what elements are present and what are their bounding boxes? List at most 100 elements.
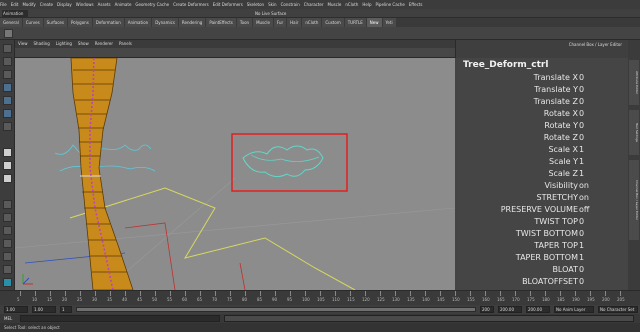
shelf-tab[interactable]: PaintEffects xyxy=(206,18,236,27)
shelf-tab[interactable]: Animation xyxy=(124,18,152,27)
shelf-tab[interactable]: nCloth xyxy=(302,18,322,27)
shelf-icon[interactable] xyxy=(4,29,13,38)
menu-item[interactable]: Create Deformers xyxy=(173,2,209,7)
channel-value[interactable]: 0 xyxy=(579,132,584,144)
tree-trunk[interactable] xyxy=(70,58,134,290)
menu-item[interactable]: Edit xyxy=(11,2,19,7)
channel-value[interactable]: 1 xyxy=(579,156,584,168)
channel-value[interactable]: 0 xyxy=(579,72,584,84)
shelf-tab[interactable]: Surfaces xyxy=(43,18,67,27)
channel-row[interactable]: Scale X1 xyxy=(458,144,628,156)
channel-row[interactable]: Translate X0 xyxy=(458,72,628,84)
channel-value[interactable]: 1 xyxy=(579,168,584,180)
channel-label[interactable]: STRETCHY xyxy=(537,192,578,204)
panel-menu-item[interactable]: Panels xyxy=(119,41,132,46)
shelf-tab[interactable]: Rendering xyxy=(178,18,206,27)
side-tab[interactable]: Channel Box / Layer Editor xyxy=(629,160,639,240)
menu-item[interactable]: Create xyxy=(40,2,53,7)
outliner-layout-icon[interactable] xyxy=(3,200,12,209)
channel-row[interactable]: BLOATOFFSET 0 xyxy=(458,276,628,288)
shelf-tab[interactable]: Deformation xyxy=(92,18,124,27)
channel-label[interactable]: PRESERVE VOLUME xyxy=(501,204,578,216)
channel-value[interactable]: 0 xyxy=(579,216,584,228)
channel-value[interactable]: 0 xyxy=(579,96,584,108)
channel-label[interactable]: BLOAT xyxy=(552,264,578,276)
move-tool-icon[interactable] xyxy=(3,83,12,92)
menu-item[interactable]: Character xyxy=(304,2,324,7)
shelf-tab[interactable]: Dynamics xyxy=(152,18,178,27)
rotate-tool-icon[interactable] xyxy=(3,96,12,105)
graph-layout-icon[interactable] xyxy=(3,213,12,222)
shelf-tab[interactable]: Hair xyxy=(287,18,302,27)
shelf-tab[interactable]: Custom xyxy=(322,18,344,27)
channel-label[interactable]: Translate Z xyxy=(534,96,578,108)
channel-value[interactable]: off xyxy=(579,204,589,216)
side-tab[interactable]: Tool Settings xyxy=(629,110,639,155)
shelf-tab[interactable]: General xyxy=(0,18,22,27)
panel-menu-item[interactable]: Show xyxy=(78,41,89,46)
channel-label[interactable]: Rotate Y xyxy=(544,120,578,132)
menu-item[interactable]: Windows xyxy=(76,2,94,7)
channel-label[interactable]: TAPER TOP xyxy=(534,240,578,252)
custom-tool-icon[interactable] xyxy=(3,278,12,287)
channel-value[interactable]: 0 xyxy=(579,84,584,96)
channel-label[interactable]: Scale Z xyxy=(548,168,578,180)
channel-label[interactable]: Scale X xyxy=(548,144,578,156)
channel-value[interactable]: 0 xyxy=(579,108,584,120)
panel-menu-item[interactable]: Shading xyxy=(34,41,50,46)
panel-menu-item[interactable]: Lighting xyxy=(56,41,72,46)
script-layout-icon[interactable] xyxy=(3,252,12,261)
ctrl-curve-left-2[interactable] xyxy=(59,165,156,172)
side-tab[interactable]: Attribute Editor xyxy=(629,60,639,105)
end-time-field[interactable]: 200.00 xyxy=(498,306,522,313)
ctrl-curve-left[interactable] xyxy=(54,144,152,160)
mel-label[interactable]: MEL xyxy=(4,314,12,323)
channel-label[interactable]: TAPER BOTTOM xyxy=(516,252,578,264)
playback-start-field[interactable]: 1.00 xyxy=(32,306,56,313)
channel-row[interactable]: Translate Y0 xyxy=(458,84,628,96)
channel-row[interactable]: TWIST BOTTOM 0 xyxy=(458,228,628,240)
shelf-tab[interactable]: Yeti xyxy=(382,18,396,27)
menu-item[interactable]: Assets xyxy=(98,2,111,7)
channel-value[interactable]: 1 xyxy=(579,252,584,264)
paint-select-icon[interactable] xyxy=(3,70,12,79)
live-surface-label[interactable]: No Live Surface xyxy=(255,10,295,17)
hypershade-layout-icon[interactable] xyxy=(3,239,12,248)
channel-label[interactable]: TWIST BOTTOM xyxy=(516,228,578,240)
four-pane-layout-icon[interactable] xyxy=(3,161,12,170)
shelf-tab[interactable]: Curves xyxy=(22,18,43,27)
channel-label[interactable]: Visibility xyxy=(544,180,578,192)
channel-row[interactable]: Rotate X0 xyxy=(458,108,628,120)
channel-row[interactable]: BLOAT 0 xyxy=(458,264,628,276)
shelf-tab[interactable]: Toon xyxy=(236,18,253,27)
menu-item[interactable]: Muscle xyxy=(328,2,342,7)
range-slider[interactable] xyxy=(76,307,476,312)
menu-item[interactable]: Animate xyxy=(115,2,132,7)
channel-row[interactable]: Scale Z1 xyxy=(458,168,628,180)
playback-end-field[interactable]: 200 xyxy=(480,306,494,313)
menu-item[interactable]: Display xyxy=(57,2,72,7)
channel-row[interactable]: TAPER TOP 1 xyxy=(458,240,628,252)
channel-value[interactable]: on xyxy=(579,192,589,204)
channel-row[interactable]: Scale Y1 xyxy=(458,156,628,168)
channel-label[interactable]: Translate Y xyxy=(534,84,578,96)
anim-layer-dropdown[interactable]: No Anim Layer xyxy=(554,306,594,313)
channel-row[interactable]: Rotate Z0 xyxy=(458,132,628,144)
shelf-tab[interactable]: New xyxy=(366,18,382,27)
tree-deform-ctrl[interactable] xyxy=(242,145,324,178)
channel-row[interactable]: TWIST TOP 0 xyxy=(458,216,628,228)
menu-item[interactable]: Modify xyxy=(22,2,35,7)
channel-label[interactable]: BLOATOFFSET xyxy=(522,276,578,288)
single-pane-layout-icon[interactable] xyxy=(3,148,12,157)
channel-value[interactable]: on xyxy=(579,180,589,192)
command-input[interactable] xyxy=(20,315,220,322)
menu-item[interactable]: Constrain xyxy=(281,2,300,7)
channel-label[interactable]: Translate X xyxy=(534,72,578,84)
manipulator-icon[interactable] xyxy=(3,122,12,131)
time-slider[interactable]: 5 10 15 20 25 30 35 40 45 50 55 60 65 70 75 80 85 90 95 100… xyxy=(0,290,640,305)
menu-item[interactable]: nCloth xyxy=(345,2,358,7)
end-time-field-2[interactable]: 200.00 xyxy=(526,306,550,313)
character-set-dropdown[interactable]: No Character Set xyxy=(598,306,638,313)
channel-value[interactable]: 0 xyxy=(579,228,584,240)
viewport-3d[interactable] xyxy=(15,58,455,290)
